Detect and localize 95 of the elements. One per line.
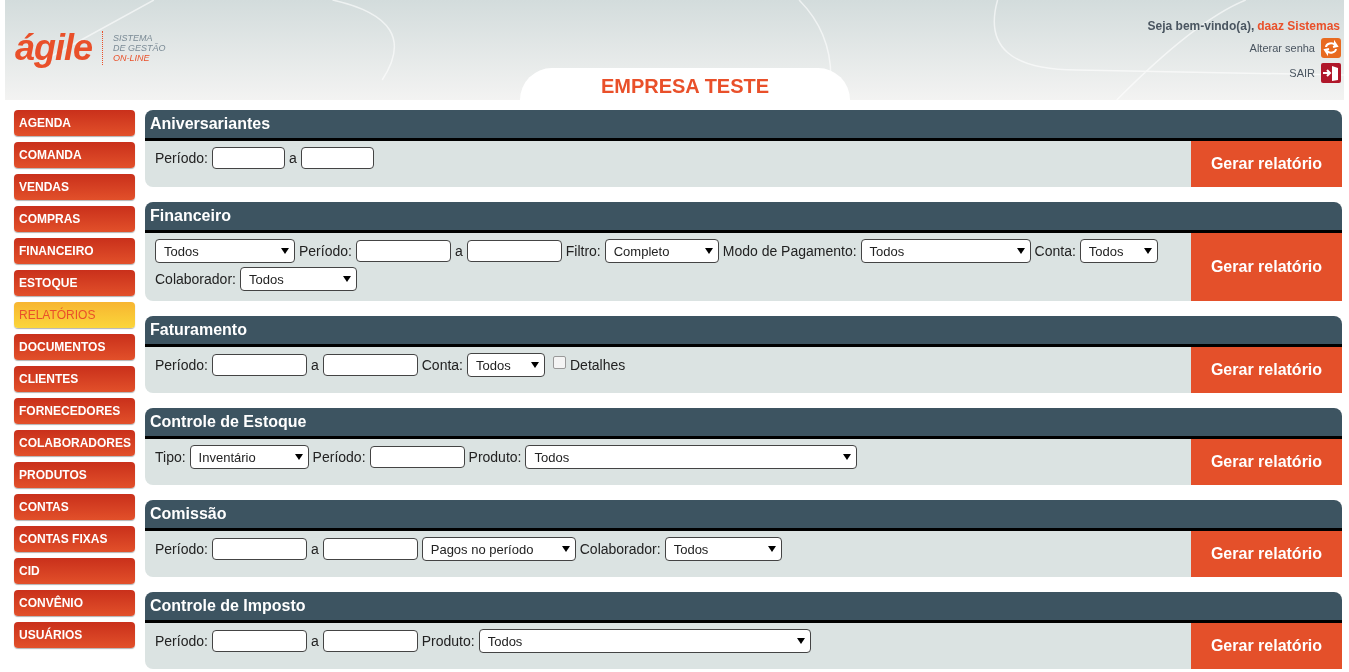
sidebar-item[interactable]: CID (14, 558, 135, 584)
sidebar-item[interactable]: AGENDA (14, 110, 135, 136)
generate-report-button[interactable]: Gerar relatório (1191, 623, 1342, 669)
sidebar-item[interactable]: FINANCEIRO (14, 238, 135, 264)
section-title: Aniversariantes (145, 110, 1342, 141)
sidebar-item[interactable]: RELATÓRIOS (14, 302, 135, 328)
field-label: Modo de Pagamento: (722, 243, 857, 259)
field-label: Período: (299, 243, 352, 259)
dropdown[interactable]: Todos (155, 239, 295, 263)
field-label: Período: (155, 150, 208, 166)
caret-icon (342, 276, 351, 282)
dropdown[interactable]: Inventário (189, 445, 309, 469)
dropdown[interactable]: Completo (604, 239, 719, 263)
sidebar-item[interactable]: COLABORADORES (14, 430, 135, 456)
sidebar-item[interactable]: USUÁRIOS (14, 622, 135, 648)
caret-icon (294, 454, 303, 460)
field-label: Tipo: (155, 449, 186, 465)
logo-tagline: SISTEMA (113, 33, 154, 43)
generate-report-button[interactable]: Gerar relatório (1191, 347, 1342, 393)
caret-icon (281, 248, 289, 254)
field-label: a (310, 357, 319, 373)
date-field[interactable] (211, 630, 307, 652)
field-label: a (288, 150, 297, 166)
dropdown[interactable]: Todos (664, 537, 782, 561)
date-field[interactable] (211, 147, 285, 169)
field-label: a (310, 541, 319, 557)
sidebar-item[interactable]: VENDAS (14, 174, 135, 200)
caret-icon (704, 248, 713, 254)
section-title: Controle de Imposto (145, 592, 1342, 623)
welcome-text: Seja bem-vindo(a), (1147, 19, 1255, 33)
exit-door-icon (1321, 63, 1341, 83)
field-label: Produto: (468, 449, 522, 465)
caret-icon (531, 362, 539, 368)
field-label: Colaborador: (579, 541, 661, 557)
refresh-icon (1321, 38, 1341, 58)
sidebar-item[interactable]: DOCUMENTOS (14, 334, 135, 360)
logo-tagline: ON-LINE (113, 53, 151, 63)
generate-report-button[interactable]: Gerar relatório (1191, 233, 1342, 301)
date-field[interactable] (211, 354, 307, 376)
change-password-link[interactable]: Alterar senha (1249, 42, 1315, 54)
date-field[interactable] (466, 240, 562, 262)
section-title: Financeiro (145, 202, 1342, 233)
date-field[interactable] (211, 538, 307, 560)
user-name: daaz Sistemas (1257, 19, 1340, 33)
checkbox-label: Detalhes (570, 357, 626, 373)
date-field[interactable] (369, 446, 465, 468)
checkbox[interactable] (553, 355, 566, 369)
sidebar-item[interactable]: CONTAS FIXAS (14, 526, 135, 552)
field-label: Filtro: (565, 243, 601, 259)
logout-link[interactable]: SAIR (1289, 67, 1315, 79)
company-name: EMPRESA TESTE (600, 74, 770, 98)
date-field[interactable] (322, 354, 418, 376)
generate-report-button[interactable]: Gerar relatório (1191, 531, 1342, 577)
sidebar-item[interactable]: ESTOQUE (14, 270, 135, 296)
caret-icon (767, 546, 776, 552)
logo-tagline: DE GESTÃO (113, 43, 166, 53)
sidebar-item[interactable]: CLIENTES (14, 366, 135, 392)
logo-wordmark: ágile (15, 27, 93, 69)
section-title: Comissão (145, 500, 1342, 531)
sidebar-item[interactable]: COMPRAS (14, 206, 135, 232)
generate-report-button[interactable]: Gerar relatório (1191, 141, 1342, 187)
date-field[interactable] (322, 538, 418, 560)
date-field[interactable] (355, 240, 451, 262)
dropdown[interactable]: Todos (239, 267, 357, 291)
dropdown[interactable]: Pagos no período (421, 537, 576, 561)
date-field[interactable] (322, 630, 418, 652)
dropdown[interactable]: Todos (525, 445, 858, 469)
sidebar-item[interactable]: PRODUTOS (14, 462, 135, 488)
field-label: Período: (312, 449, 366, 465)
section-title: Controle de Estoque (145, 408, 1342, 439)
field-label: Colaborador: (155, 271, 236, 287)
field-label: Conta: (421, 357, 463, 373)
dropdown[interactable]: Todos (1079, 239, 1158, 263)
dropdown[interactable]: Todos (467, 353, 545, 377)
caret-icon (796, 638, 805, 644)
field-label: a (454, 243, 463, 259)
caret-icon (1143, 248, 1152, 254)
date-field[interactable] (300, 147, 374, 169)
sidebar-item[interactable]: FORNECEDORES (14, 398, 135, 424)
dropdown[interactable]: Todos (860, 239, 1031, 263)
field-label: Produto: (421, 633, 475, 649)
sidebar-item[interactable]: CONVÊNIO (14, 590, 135, 616)
section-title: Faturamento (145, 316, 1342, 347)
field-label: Período: (155, 633, 208, 649)
field-label: Período: (155, 357, 208, 373)
caret-icon (1016, 248, 1025, 254)
sidebar-item[interactable]: COMANDA (14, 142, 135, 168)
dropdown[interactable]: Todos (478, 629, 811, 653)
field-label: a (310, 633, 319, 649)
caret-icon (843, 454, 852, 460)
field-label: Conta: (1034, 243, 1076, 259)
sidebar-item[interactable]: CONTAS (14, 494, 135, 520)
generate-report-button[interactable]: Gerar relatório (1191, 439, 1342, 485)
caret-icon (561, 546, 570, 552)
field-label: Período: (155, 541, 208, 557)
